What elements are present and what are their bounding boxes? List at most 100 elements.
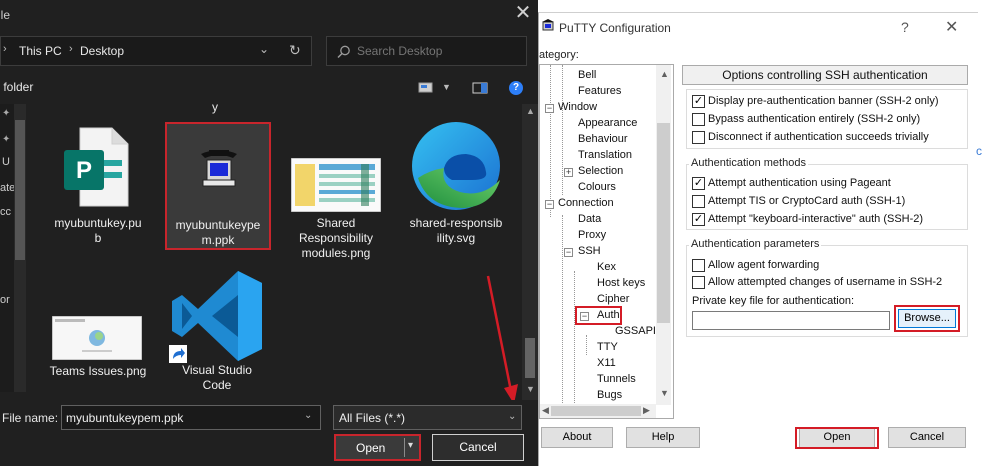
tree-item-bugs[interactable]: Bugs: [597, 389, 622, 401]
cancel-button[interactable]: Cancel: [432, 434, 524, 461]
breadcrumb-desktop[interactable]: Desktop: [80, 44, 124, 58]
tree-item-proxy[interactable]: Proxy: [578, 229, 606, 241]
breadcrumb-this-pc[interactable]: This PC: [19, 44, 62, 58]
file-name-label: Visual Studio Code: [182, 363, 252, 392]
tree-item-ssh[interactable]: SSH: [578, 245, 601, 257]
scroll-down-icon[interactable]: ▼: [526, 384, 535, 394]
tree-connector: [562, 65, 563, 195]
chevron-down-icon[interactable]: ▾: [408, 440, 413, 451]
checkbox-pageant[interactable]: ✓: [692, 177, 705, 190]
putty-key-icon: [201, 150, 237, 187]
putty-configuration-window: PuTTY Configuration ? ✕ ategory: Bell Fe…: [538, 12, 978, 466]
checkbox-disconnect-trivial[interactable]: [692, 131, 705, 144]
svg-text:P: P: [76, 157, 92, 184]
help-icon[interactable]: ?: [901, 19, 909, 35]
file-item-visual-studio-code[interactable]: Visual Studio Code: [165, 265, 269, 395]
file-item-myubuntukeypem-ppk[interactable]: myubuntukeype m.ppk: [165, 122, 271, 250]
cancel-button[interactable]: Cancel: [888, 427, 966, 448]
window-title: PuTTY Configuration: [559, 21, 671, 35]
file-name-label: Shared Responsibility modules.png: [298, 216, 374, 260]
scroll-down-icon[interactable]: ▼: [660, 388, 669, 398]
collapse-icon[interactable]: −: [545, 200, 554, 209]
search-box[interactable]: [326, 36, 527, 66]
tree-item-gssapi[interactable]: GSSAPI: [615, 325, 656, 337]
checkbox-label: Allow agent forwarding: [708, 259, 820, 271]
checkbox-display-banner[interactable]: ✓: [692, 95, 705, 108]
chevron-down-icon[interactable]: ⌄: [259, 42, 269, 56]
view-options-icon[interactable]: [418, 82, 434, 94]
search-icon: [337, 45, 350, 59]
new-folder-button[interactable]: v folder: [0, 80, 33, 94]
tree-item-tunnels[interactable]: Tunnels: [597, 373, 636, 385]
close-icon[interactable]: ✕: [945, 17, 958, 37]
file-item-shared-responsibility-svg[interactable]: shared-responsib ility.svg: [404, 120, 508, 250]
file-item-shared-responsibility-png[interactable]: Shared Responsibility modules.png: [284, 120, 388, 265]
nav-item-label: U: [2, 156, 10, 168]
pin-icon: ✦: [2, 108, 11, 119]
pin-icon: ✦: [2, 134, 11, 145]
scroll-up-icon[interactable]: ▲: [526, 106, 535, 116]
nav-scrollbar-thumb[interactable]: [15, 120, 25, 260]
chevron-down-icon[interactable]: ⌄: [304, 410, 312, 421]
tree-item-tty[interactable]: TTY: [597, 341, 618, 353]
chevron-down-icon: ⌄: [508, 411, 517, 422]
scroll-up-icon[interactable]: ▲: [660, 69, 669, 79]
category-tree[interactable]: Bell Features − Window Appearance Behavi…: [539, 64, 674, 419]
tree-item-behaviour[interactable]: Behaviour: [578, 133, 628, 145]
checkbox-username-changes[interactable]: [692, 276, 705, 289]
file-item-myubuntukey-pub[interactable]: P myubuntukey.pu b: [46, 120, 150, 250]
file-name-input[interactable]: [61, 405, 321, 430]
tree-item-translation[interactable]: Translation: [578, 149, 632, 161]
view-dropdown-icon[interactable]: ▼: [442, 82, 451, 92]
tree-scrollbar-thumb[interactable]: [657, 123, 670, 323]
tree-horizontal-scrollbar-thumb[interactable]: [551, 406, 641, 416]
expand-icon[interactable]: +: [564, 168, 573, 177]
checkbox-keyboard-interactive[interactable]: ✓: [692, 213, 705, 226]
browse-button[interactable]: Browse...: [898, 309, 956, 328]
checkbox-tis-cryptocard[interactable]: [692, 195, 705, 208]
close-icon[interactable]: ✕: [512, 3, 534, 25]
help-button[interactable]: Help: [626, 427, 700, 448]
tree-item-selection[interactable]: Selection: [578, 165, 623, 177]
help-icon[interactable]: ?: [509, 81, 523, 95]
tree-item-bell[interactable]: Bell: [578, 69, 596, 81]
tree-item-kex[interactable]: Kex: [597, 261, 616, 273]
tree-item-window[interactable]: Window: [558, 101, 597, 113]
tree-item-data[interactable]: Data: [578, 213, 601, 225]
scroll-left-icon[interactable]: ◀: [542, 405, 549, 416]
checkbox-agent-forwarding[interactable]: [692, 259, 705, 272]
collapse-icon[interactable]: −: [564, 248, 573, 257]
file-list-scrollbar-thumb[interactable]: [525, 338, 535, 378]
tree-item-connection[interactable]: Connection: [558, 197, 614, 209]
scroll-right-icon[interactable]: ▶: [643, 405, 650, 416]
private-key-label: Private key file for authentication:: [692, 295, 855, 307]
open-button[interactable]: Open ▾: [334, 434, 421, 461]
dialog-title: ile: [0, 8, 11, 22]
chevron-right-icon: ›: [3, 43, 7, 55]
tree-item-features[interactable]: Features: [578, 85, 621, 97]
putty-app-icon: [542, 19, 554, 31]
nav-item-label: cc: [0, 206, 11, 218]
split-divider: [404, 438, 405, 457]
nav-item-label: ate: [0, 182, 16, 194]
navigation-pane[interactable]: U ate cc or: [0, 104, 16, 392]
checkbox-label: Allow attempted changes of username in S…: [708, 276, 943, 288]
file-type-select[interactable]: All Files (*.*) ⌄: [333, 405, 522, 430]
refresh-icon[interactable]: ↻: [289, 42, 301, 59]
tree-item-x11[interactable]: X11: [597, 357, 616, 369]
background-partial-text: c: [976, 144, 982, 158]
nav-item-label: or: [0, 294, 10, 306]
about-button[interactable]: About: [541, 427, 613, 448]
tree-item-appearance[interactable]: Appearance: [578, 117, 637, 129]
file-item-teams-issues-png[interactable]: Teams Issues.png: [46, 300, 150, 385]
tree-item-colours[interactable]: Colours: [578, 181, 616, 193]
tree-item-host-keys[interactable]: Host keys: [597, 277, 645, 289]
search-input[interactable]: [357, 43, 517, 59]
collapse-icon[interactable]: −: [545, 104, 554, 113]
file-type-value: All Files (*.*): [339, 411, 406, 425]
checkbox-bypass-auth[interactable]: [692, 113, 705, 126]
tree-item-cipher[interactable]: Cipher: [597, 293, 629, 305]
preview-pane-icon[interactable]: [472, 82, 488, 94]
address-bar[interactable]: › This PC › Desktop ⌄ ↻: [0, 36, 312, 66]
private-key-input[interactable]: [692, 311, 890, 330]
